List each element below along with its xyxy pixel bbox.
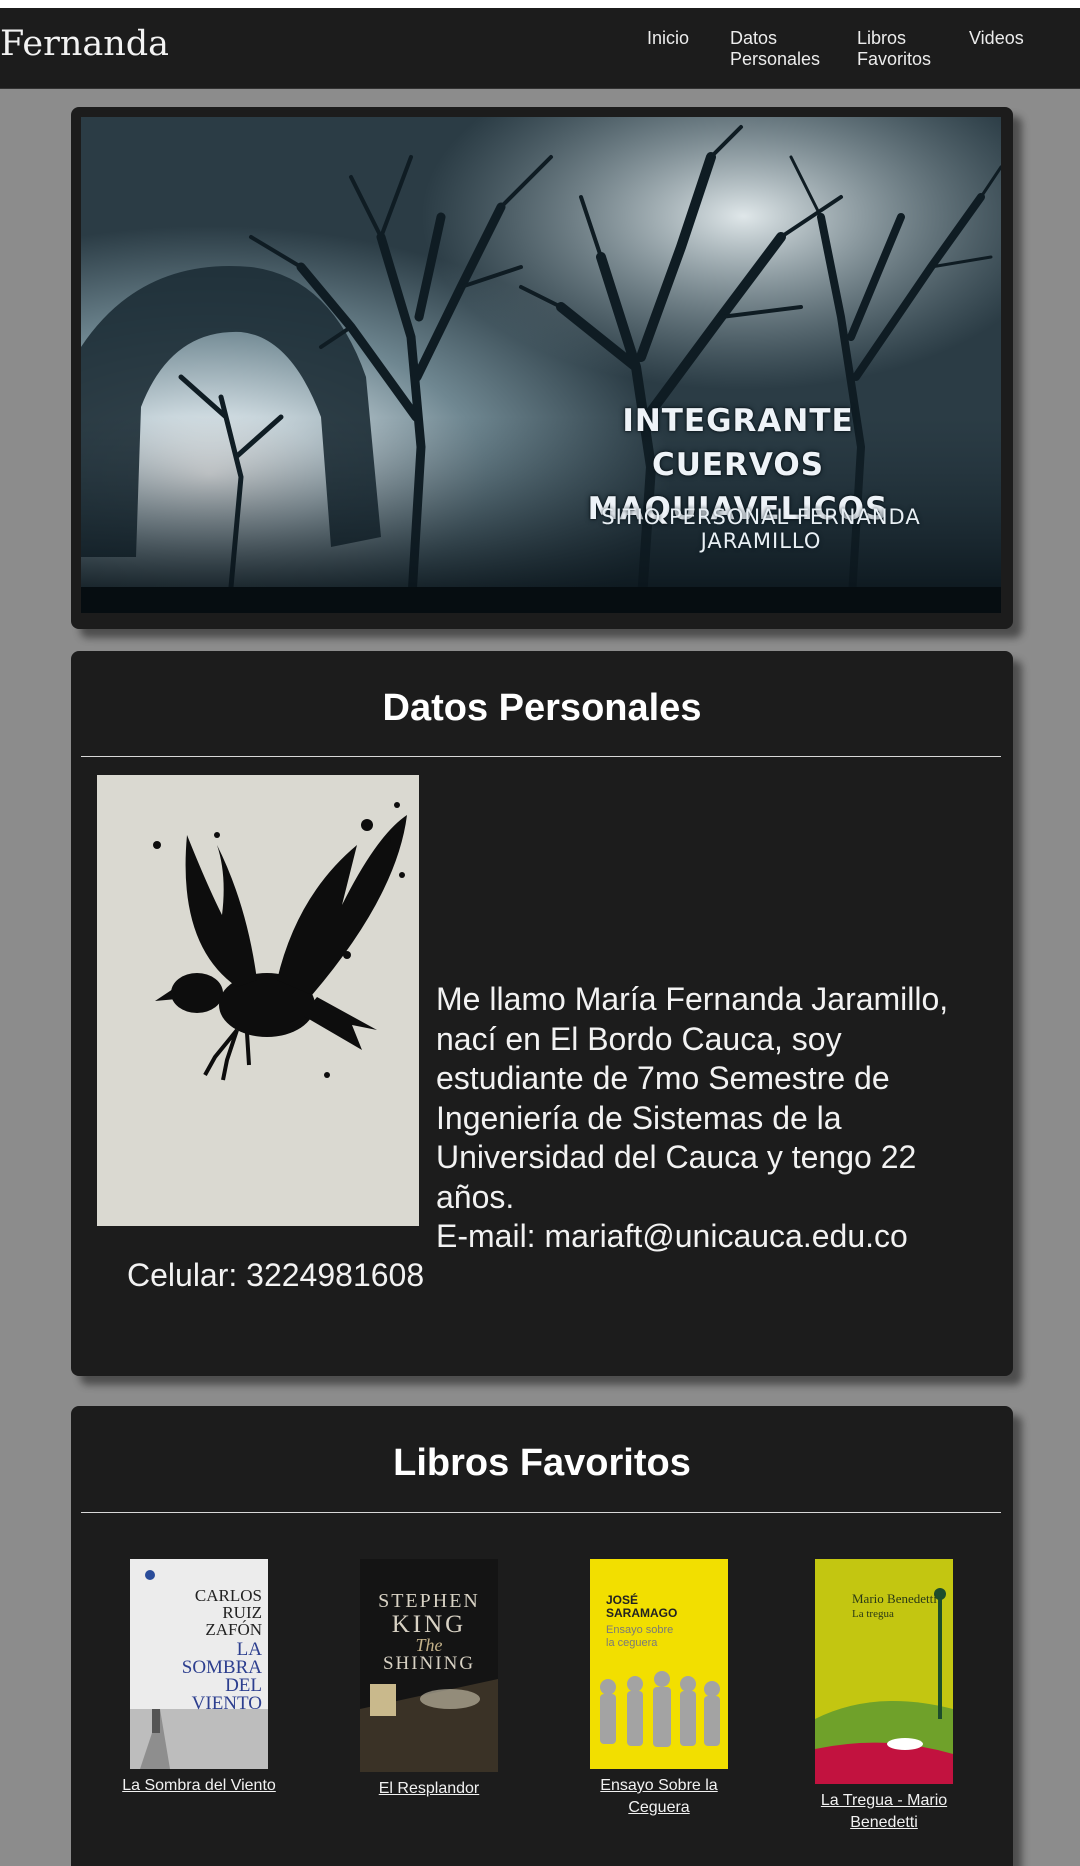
nav-link-label: Inicio bbox=[647, 28, 690, 48]
book-cover-art: Mario Benedetti La tregua bbox=[815, 1559, 953, 1784]
bio-paragraph: Me llamo María Fernanda Jaramillo, nací … bbox=[436, 981, 949, 1215]
hero-card: INTEGRANTE CUERVOS MAQUIAVELICOS SITIO P… bbox=[71, 107, 1013, 629]
crow-image bbox=[97, 775, 419, 1226]
book-cover[interactable]: STEPHEN KING The SHINING bbox=[360, 1559, 498, 1772]
nav-link-label: Personales bbox=[730, 49, 821, 69]
book-cover-art: STEPHEN KING The SHINING bbox=[360, 1559, 498, 1772]
cover-text: JOSÉ bbox=[606, 1592, 638, 1607]
book-cover[interactable]: JOSÉ SARAMAGO Ensayo sobre la ceguera bbox=[590, 1559, 728, 1769]
section-title: Datos Personales bbox=[382, 687, 702, 729]
book-cover[interactable]: CARLOS RUIZ ZAFÓN LA SOMBRA DEL VIENTO bbox=[130, 1559, 268, 1769]
top-strip bbox=[0, 0, 1080, 8]
bio-text: Me llamo María Fernanda Jaramillo, nací … bbox=[436, 980, 966, 1257]
favorite-books-card: Libros Favoritos CARLOS RUIZ ZAFÓN LA SO… bbox=[71, 1406, 1013, 1866]
divider bbox=[81, 756, 1001, 757]
book-cover-art: JOSÉ SARAMAGO Ensayo sobre la ceguera bbox=[590, 1559, 728, 1769]
cover-text: The bbox=[416, 1635, 443, 1655]
nav-link-label: Videos bbox=[969, 28, 1024, 48]
book-link[interactable]: Ensayo Sobre la Ceguera bbox=[579, 1775, 739, 1819]
email-text: E-mail: mariaft@unicauca.edu.co bbox=[436, 1218, 908, 1254]
cover-text: ZAFÓN bbox=[205, 1620, 262, 1639]
book-cover-art: CARLOS RUIZ ZAFÓN LA SOMBRA DEL VIENTO bbox=[130, 1559, 268, 1769]
book-item[interactable]: STEPHEN KING The SHINING El Resplandor bbox=[349, 1559, 509, 1800]
hero-title-line: INTEGRANTE CUERVOS bbox=[622, 403, 854, 483]
hero-subtitle: SITIO PERSONAL FERNANDA JARAMILLO bbox=[601, 505, 921, 553]
cover-text: STEPHEN bbox=[378, 1590, 480, 1612]
book-item[interactable]: Mario Benedetti La tregua La Tregua - Ma… bbox=[804, 1559, 964, 1834]
section-title: Libros Favoritos bbox=[393, 1442, 691, 1484]
nav-link-label: Favoritos bbox=[857, 49, 932, 69]
brand-logo[interactable]: Fernanda bbox=[0, 24, 169, 64]
nav-link-label: Datos bbox=[730, 28, 778, 48]
cover-text: la ceguera bbox=[606, 1637, 658, 1649]
crow-illustration bbox=[97, 775, 419, 1226]
book-link[interactable]: La Tregua - Mario Benedetti bbox=[804, 1790, 964, 1834]
book-item[interactable]: JOSÉ SARAMAGO Ensayo sobre la ceguera En… bbox=[579, 1559, 739, 1819]
nav-link-libros-favoritos[interactable]: Libros Favoritos bbox=[857, 28, 931, 70]
book-cover[interactable]: Mario Benedetti La tregua bbox=[815, 1559, 953, 1784]
book-link[interactable]: La Sombra del Viento bbox=[119, 1775, 279, 1797]
hero-banner-image: INTEGRANTE CUERVOS MAQUIAVELICOS SITIO P… bbox=[81, 117, 1001, 613]
book-item[interactable]: CARLOS RUIZ ZAFÓN LA SOMBRA DEL VIENTO L… bbox=[119, 1559, 279, 1797]
cover-text: Ensayo sobre bbox=[606, 1624, 673, 1636]
divider bbox=[81, 1512, 1001, 1513]
cover-text: VIENTO bbox=[192, 1693, 262, 1714]
cover-text: SHINING bbox=[383, 1653, 475, 1674]
nav-link-videos[interactable]: Videos bbox=[969, 28, 1024, 49]
cover-text: Mario Benedetti bbox=[852, 1591, 937, 1606]
book-link-label: La Tregua - Mario Benedetti bbox=[820, 1792, 948, 1831]
nav-link-label: Libros bbox=[857, 28, 907, 48]
phone-text: Celular: 3224981608 bbox=[127, 1257, 425, 1293]
nav-link-datos-personales[interactable]: Datos Personales bbox=[730, 28, 820, 70]
nav-link-inicio[interactable]: Inicio bbox=[647, 28, 689, 49]
cover-text: La tregua bbox=[852, 1608, 894, 1620]
book-link[interactable]: El Resplandor bbox=[349, 1778, 509, 1800]
personal-data-card: Datos Personales Me llamo María Fernanda… bbox=[71, 651, 1013, 1376]
cover-text: SARAMAGO bbox=[606, 1606, 677, 1620]
cover-text: KING bbox=[392, 1611, 467, 1638]
navbar: Fernanda Inicio Datos Personales Libros … bbox=[0, 8, 1080, 89]
